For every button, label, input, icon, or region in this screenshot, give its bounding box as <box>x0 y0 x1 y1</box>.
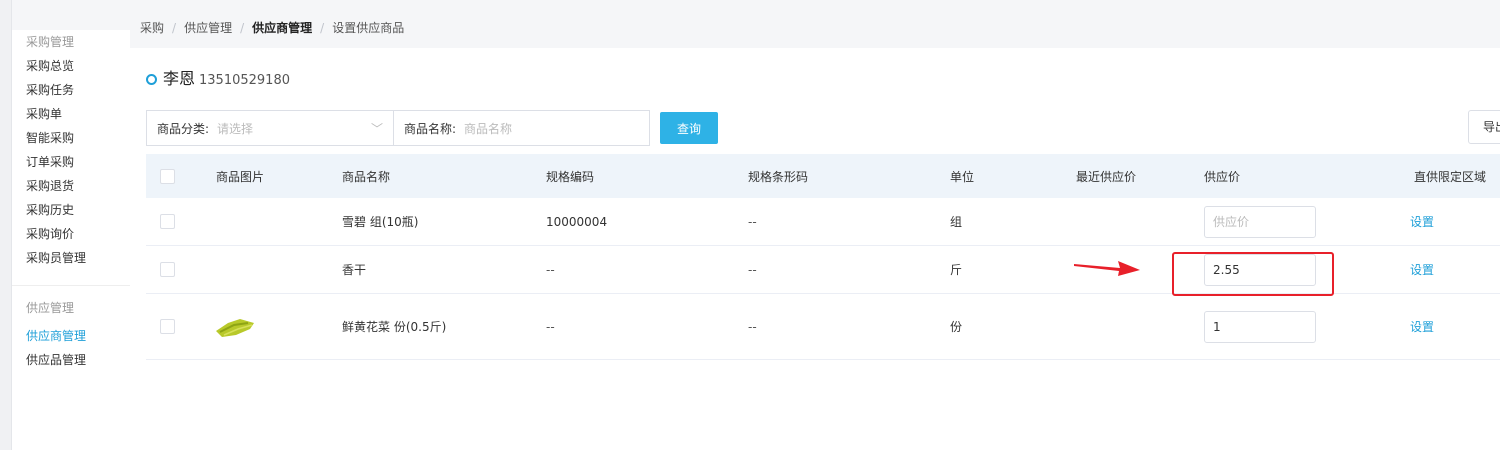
header-recent-price: 最近供应价 <box>1076 169 1137 184</box>
row-checkbox[interactable] <box>160 319 175 334</box>
category-label: 商品分类: <box>157 121 210 136</box>
row-image-cell <box>214 294 258 359</box>
header-spec-code: 规格编码 <box>546 169 595 184</box>
sidebar-item-purchase-tasks[interactable]: 采购任务 <box>12 78 130 102</box>
chevron-down-icon: ﹀ <box>370 121 383 136</box>
header-unit: 单位 <box>950 169 975 184</box>
row-set-link[interactable]: 设置 <box>1410 198 1434 245</box>
sidebar-item-buyer-management[interactable]: 采购员管理 <box>12 246 130 270</box>
breadcrumb-supplier-management[interactable]: 供应商管理 <box>252 21 312 35</box>
query-button[interactable]: 查询 <box>660 112 718 144</box>
product-thumbnail <box>216 318 254 337</box>
price-input[interactable]: 供应价 <box>1204 205 1316 238</box>
sidebar-item-supplier-management[interactable]: 供应商管理 <box>12 324 130 348</box>
select-all-cell <box>160 154 175 198</box>
header-image: 商品图片 <box>216 169 265 184</box>
sidebar-group-supply-title: 供应管理 <box>26 301 75 315</box>
select-all-checkbox[interactable] <box>160 168 175 184</box>
supplier-name: 李恩 <box>163 69 196 88</box>
row-price-cell: 供应价 <box>1204 198 1316 245</box>
row-barcode: -- <box>748 262 757 277</box>
row-barcode: -- <box>748 214 757 229</box>
sidebar-item-purchase-inquiry[interactable]: 采购询价 <box>12 222 130 246</box>
red-arrow-annotation <box>1074 261 1140 276</box>
breadcrumb: 采购 / 供应管理 / 供应商管理 / 设置供应商品 <box>140 16 404 40</box>
sidebar: 采购管理 采购总览 采购任务 采购单 智能采购 订单采购 采购退货 采购历史 采… <box>12 30 130 450</box>
row-select-cell <box>160 246 175 293</box>
row-spec-code: -- <box>546 262 555 277</box>
supplier-header: 李恩 13510529180 <box>146 68 290 90</box>
row-checkbox[interactable] <box>160 214 175 229</box>
main-panel: 李恩 13510529180 商品分类: 请选择 ﹀ 商品名称: 商品名称 查询 … <box>130 48 1500 450</box>
sidebar-item-supply-goods-management[interactable]: 供应品管理 <box>12 348 130 372</box>
category-placeholder: 请选择 <box>217 121 254 136</box>
sidebar-item-purchase-returns[interactable]: 采购退货 <box>12 174 130 198</box>
row-select-cell <box>160 198 175 245</box>
sidebar-group-purchase-title: 采购管理 <box>26 35 75 49</box>
sidebar-item-order-purchase[interactable]: 订单采购 <box>12 150 130 174</box>
table-row: 雪碧 组(10瓶) 10000004 -- 组 供应价 设置 <box>146 198 1500 246</box>
breadcrumb-current: 设置供应商品 <box>332 21 405 35</box>
product-name-label: 商品名称: <box>404 121 457 136</box>
breadcrumb-purchase[interactable]: 采购 <box>140 21 164 35</box>
sidebar-divider <box>12 270 130 286</box>
breadcrumb-separator: / <box>320 21 325 35</box>
row-name: 香干 <box>342 263 367 277</box>
table-row: 鲜黄花菜 份(0.5斤) -- -- 份 1 设置 <box>146 294 1500 360</box>
header-price: 供应价 <box>1204 169 1241 184</box>
filter-bar: 商品分类: 请选择 ﹀ 商品名称: 商品名称 查询 <box>146 110 718 146</box>
sidebar-item-purchase-orders[interactable]: 采购单 <box>12 102 130 126</box>
row-select-cell <box>160 294 175 359</box>
sidebar-item-smart-purchase[interactable]: 智能采购 <box>12 126 130 150</box>
header-region: 直供限定区域 <box>1414 169 1487 184</box>
row-set-link[interactable]: 设置 <box>1410 246 1434 293</box>
row-spec-code: -- <box>546 319 555 334</box>
row-checkbox[interactable] <box>160 262 175 277</box>
row-price-cell: 1 <box>1204 294 1316 359</box>
export-button[interactable]: 导出 <box>1468 110 1500 144</box>
row-unit: 份 <box>950 320 963 334</box>
circle-icon <box>146 74 157 85</box>
row-name: 雪碧 组(10瓶) <box>342 215 419 229</box>
supplier-phone: 13510529180 <box>199 73 290 88</box>
row-name: 鲜黄花菜 份(0.5斤) <box>342 320 447 334</box>
breadcrumb-supply-management[interactable]: 供应管理 <box>184 21 232 35</box>
left-edge-strip <box>0 0 12 450</box>
product-name-input[interactable]: 商品名称: 商品名称 <box>394 110 650 146</box>
row-set-link[interactable]: 设置 <box>1410 294 1434 359</box>
table-header: 商品图片 商品名称 规格编码 规格条形码 单位 最近供应价 供应价 直供限定区域 <box>146 154 1500 198</box>
red-highlight-box <box>1172 252 1334 296</box>
sidebar-item-purchase-overview[interactable]: 采购总览 <box>12 54 130 78</box>
sidebar-item-purchase-history[interactable]: 采购历史 <box>12 198 130 222</box>
row-unit: 组 <box>950 215 963 229</box>
header-name: 商品名称 <box>342 169 391 184</box>
row-barcode: -- <box>748 319 757 334</box>
breadcrumb-separator: / <box>172 21 177 35</box>
row-spec-code: 10000004 <box>546 214 608 229</box>
price-input[interactable]: 1 <box>1204 310 1316 343</box>
breadcrumb-separator: / <box>240 21 245 35</box>
product-name-placeholder: 商品名称 <box>464 121 513 136</box>
header-barcode: 规格条形码 <box>748 169 809 184</box>
category-select[interactable]: 商品分类: 请选择 ﹀ <box>146 110 394 146</box>
row-unit: 斤 <box>950 263 963 277</box>
